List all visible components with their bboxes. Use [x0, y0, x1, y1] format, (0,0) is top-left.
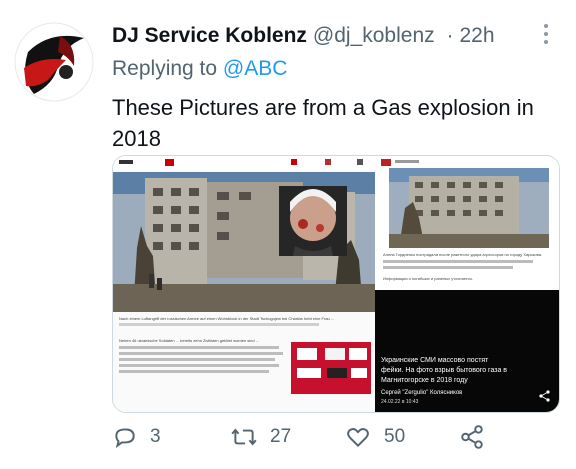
retweet-count: 27	[270, 426, 292, 447]
like-icon	[347, 428, 369, 448]
reply-icon	[115, 428, 135, 449]
reply-count: 3	[150, 426, 161, 447]
tweet-media[interactable]: Nach einem Luftangriff der russischen Ar…	[112, 155, 560, 413]
replying-to: Replying to @ABC	[112, 57, 287, 81]
share-icon	[461, 425, 483, 449]
overlay-date: 24.02.22 в 10:43	[381, 399, 419, 405]
time-separator: ·	[446, 24, 454, 47]
overlay-line-2: фейки. На фото взрыв бытового газа в	[381, 366, 507, 374]
author-handle[interactable]: @dj_koblenz	[313, 24, 435, 47]
right-note: Информация о погибших и раненых уточняет…	[383, 276, 473, 281]
tweet-header: DJ Service Koblenz @dj_koblenz · 22h	[112, 24, 495, 48]
more-icon[interactable]	[540, 24, 552, 50]
retweet-icon	[231, 428, 257, 446]
left-paragraph: Neben 46 ukrainische Soldaten ... bereit…	[119, 338, 259, 343]
replying-to-link[interactable]: @ABC	[223, 57, 288, 80]
like-button[interactable]: 50	[344, 424, 405, 450]
avatar[interactable]	[14, 22, 94, 102]
tweet-text: These Pictures are from a Gas explosion …	[112, 95, 534, 151]
author-name[interactable]: DJ Service Koblenz	[112, 24, 307, 47]
right-caption: Алена Гордиенко пострадала после ракетно…	[383, 252, 542, 257]
like-count: 50	[384, 426, 406, 447]
share-button[interactable]	[458, 424, 486, 450]
media-collage: Nach einem Luftangriff der russischen Ar…	[113, 156, 559, 412]
replying-prefix: Replying to	[112, 57, 218, 80]
tweet-time[interactable]: 22h	[459, 24, 494, 47]
retweet-button[interactable]: 27	[230, 424, 291, 450]
left-caption: Nach einem Luftangriff der russischen Ar…	[119, 316, 334, 321]
overlay-line-3: Магнитогорске в 2018 году	[381, 377, 468, 384]
reply-button[interactable]: 3	[112, 424, 161, 450]
avatar-logo-icon	[14, 22, 94, 102]
overlay-author: Сергей "Zergulio" Колясников	[381, 389, 462, 396]
tweet-actions: 3 27 50	[112, 424, 558, 458]
overlay-line-1: Украинские СМИ массово постят	[381, 357, 489, 364]
